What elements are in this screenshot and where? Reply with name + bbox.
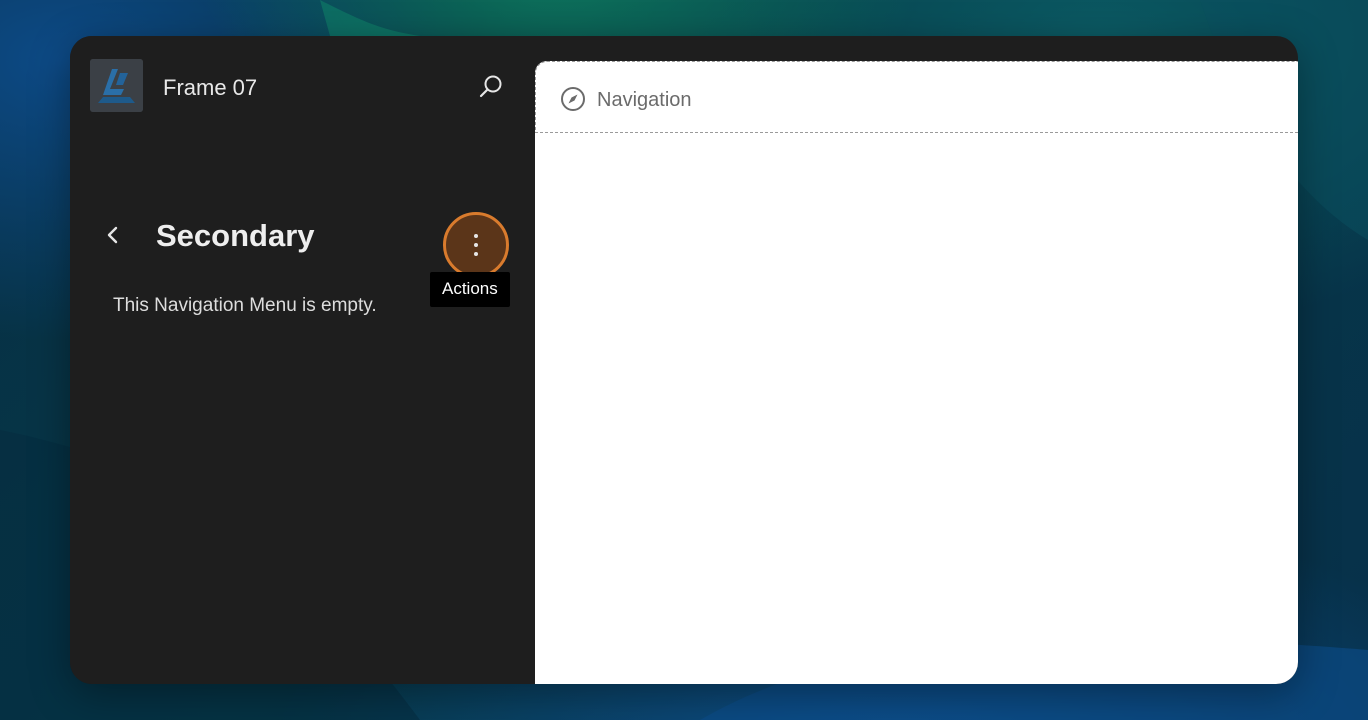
chevron-left-icon [107,226,118,244]
compass-icon [561,87,585,111]
actions-button[interactable] [443,212,509,278]
navigation-block[interactable]: Navigation [535,61,1298,133]
site-logo-icon[interactable] [90,59,143,112]
section-title: Secondary [156,218,315,253]
search-icon [479,75,502,98]
editor-canvas[interactable]: Navigation [535,61,1298,684]
actions-tooltip: Actions [430,272,510,307]
site-title: Frame 07 [163,75,258,100]
search-button[interactable] [474,70,508,104]
back-button[interactable] [100,219,126,251]
empty-menu-message: This Navigation Menu is empty. [113,295,377,316]
navigation-sidebar: Frame 07 Secondary Actions This Navigati… [70,36,535,684]
navigation-label: Navigation [597,89,692,111]
editor-window: Frame 07 Secondary Actions This Navigati… [70,36,1298,684]
more-vertical-icon [474,234,478,256]
